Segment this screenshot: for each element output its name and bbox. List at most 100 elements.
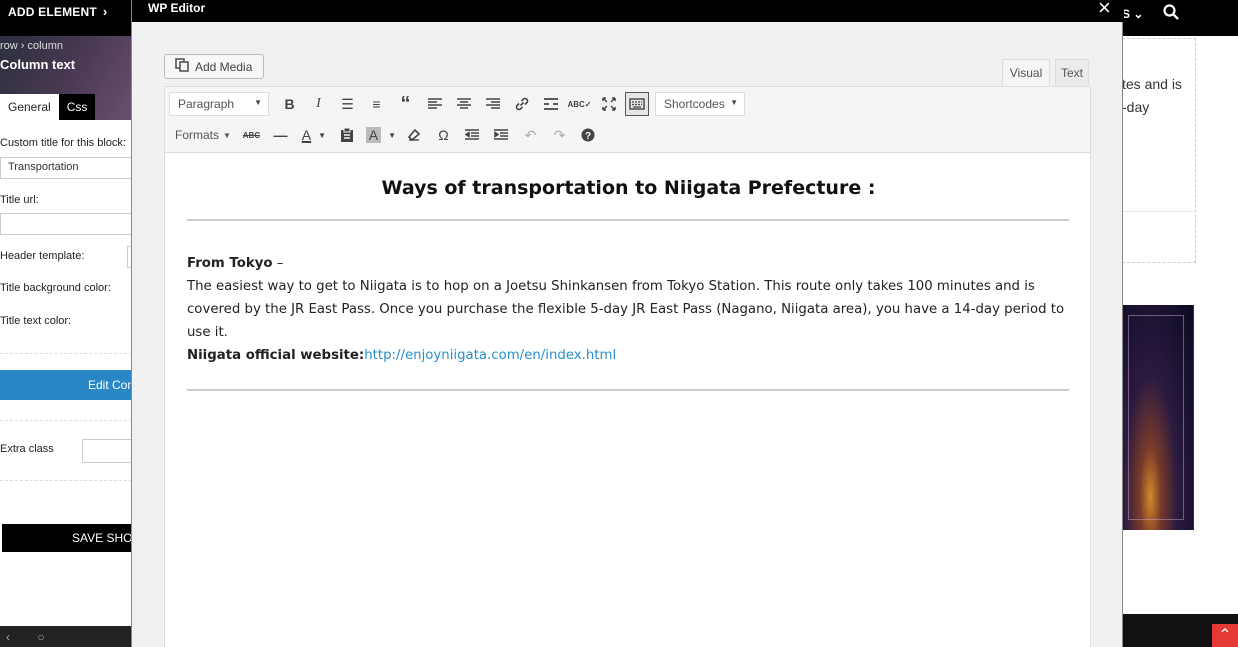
image-frame bbox=[1128, 315, 1184, 520]
formats-dropdown[interactable]: Formats ▼ bbox=[165, 122, 237, 148]
editor-content-area[interactable]: Ways of transportation to Niigata Prefec… bbox=[164, 153, 1091, 647]
from-line: From Tokyo – bbox=[187, 252, 1072, 275]
bold-icon[interactable]: B bbox=[275, 91, 304, 117]
align-right-icon[interactable] bbox=[478, 91, 507, 117]
nav-menu-item[interactable]: S ⌄ bbox=[1122, 7, 1143, 21]
shortcodes-select[interactable]: Shortcodes ▼ bbox=[655, 92, 745, 116]
content-text-line: tes and is bbox=[1122, 76, 1182, 92]
panel-tabs: General Css bbox=[0, 94, 96, 120]
add-element-button[interactable]: ADD ELEMENT › bbox=[8, 4, 107, 19]
title-bg-color-label: Title background color: bbox=[0, 282, 111, 294]
clear-formatting-icon[interactable] bbox=[400, 122, 429, 148]
back-icon[interactable]: ‹ bbox=[6, 630, 10, 644]
divider bbox=[1122, 211, 1196, 212]
svg-text:?: ? bbox=[585, 131, 591, 142]
fullscreen-icon[interactable] bbox=[594, 91, 623, 117]
horizontal-line-icon[interactable]: — bbox=[266, 122, 295, 148]
add-element-label: ADD ELEMENT bbox=[8, 4, 97, 19]
horizontal-rule bbox=[187, 389, 1069, 391]
undo-icon[interactable]: ↶ bbox=[516, 122, 545, 148]
numbered-list-icon[interactable]: ≡ bbox=[362, 91, 391, 117]
tab-css[interactable]: Css bbox=[58, 94, 96, 120]
paragraph-select[interactable]: Paragraph ▼ bbox=[169, 92, 269, 116]
modal-titlebar: WP Editor × bbox=[132, 0, 1124, 22]
chevron-right-icon: › bbox=[102, 4, 108, 19]
from-dash: – bbox=[272, 256, 284, 271]
strikethrough-icon[interactable]: ABC bbox=[237, 122, 266, 148]
background-color-icon[interactable]: A ▼ bbox=[362, 122, 400, 148]
special-character-icon[interactable]: Ω bbox=[429, 122, 458, 148]
website-link[interactable]: http://enjoyniigata.com/en/index.html bbox=[364, 348, 616, 363]
title-url-field[interactable] bbox=[0, 213, 132, 235]
redo-icon[interactable]: ↷ bbox=[545, 122, 574, 148]
top-right-nav: S ⌄ bbox=[1122, 4, 1180, 23]
keyboard-icon[interactable] bbox=[625, 92, 649, 116]
align-left-icon[interactable] bbox=[420, 91, 449, 117]
breadcrumb-column[interactable]: column bbox=[28, 40, 63, 52]
add-media-button[interactable]: Add Media bbox=[164, 54, 264, 79]
content-heading: Ways of transportation to Niigata Prefec… bbox=[381, 177, 876, 199]
content-body: From Tokyo – The easiest way to get to N… bbox=[187, 252, 1072, 367]
indent-icon[interactable] bbox=[487, 122, 516, 148]
editor-toolbar: Paragraph ▼ B I ☰ ≡ “ ABC✓ Shortcodes ▼ … bbox=[164, 86, 1091, 153]
content-paragraph: The easiest way to get to Niigata is to … bbox=[187, 279, 1065, 340]
scroll-to-top-button[interactable]: ⌃ bbox=[1212, 624, 1238, 647]
formats-label: Formats bbox=[175, 128, 220, 142]
content-box: tes and is -day bbox=[1122, 38, 1196, 263]
night-photo-image bbox=[1122, 305, 1194, 530]
breadcrumb: row › column bbox=[0, 40, 63, 52]
breadcrumb-row[interactable]: row bbox=[0, 40, 18, 52]
italic-icon[interactable]: I bbox=[304, 91, 333, 117]
website-line: Niigata official website:http://enjoynii… bbox=[187, 344, 1072, 367]
title-text-color-label: Title text color: bbox=[0, 315, 72, 327]
search-icon[interactable]: ○ bbox=[37, 630, 44, 644]
close-icon[interactable]: × bbox=[1098, 0, 1111, 19]
divider bbox=[0, 353, 132, 354]
help-icon[interactable]: ? bbox=[574, 122, 603, 148]
background-page: tes and is -day ⌃ bbox=[1122, 36, 1238, 647]
save-shortcode-button[interactable]: SAVE SHOR bbox=[2, 524, 132, 552]
add-media-label: Add Media bbox=[195, 59, 253, 74]
align-center-icon[interactable] bbox=[449, 91, 478, 117]
edit-content-button[interactable]: Edit Con bbox=[0, 370, 132, 400]
tab-general[interactable]: General bbox=[0, 94, 59, 120]
panel-footer: ‹ ○ bbox=[0, 626, 132, 647]
from-label: From Tokyo bbox=[187, 256, 273, 271]
text-color-icon[interactable]: A ▼ bbox=[295, 122, 333, 148]
blockquote-icon[interactable]: “ bbox=[391, 91, 420, 117]
read-more-icon[interactable] bbox=[536, 91, 565, 117]
header-template-label: Header template: bbox=[0, 250, 85, 262]
custom-title-field[interactable]: Transportation bbox=[0, 157, 132, 179]
toolbar-row-2: Formats ▼ ABC — A ▼ A ▼ Ω ↶ ↷ ? bbox=[165, 120, 603, 150]
outdent-icon[interactable] bbox=[458, 122, 487, 148]
wp-editor-modal: WP Editor × Add Media Visual Text Paragr… bbox=[131, 0, 1124, 647]
content-text: tes and is -day bbox=[1122, 73, 1182, 119]
content-text-line: -day bbox=[1122, 99, 1150, 115]
caret-down-icon: ▼ bbox=[254, 98, 262, 107]
panel-title: Column text bbox=[0, 57, 76, 72]
extra-class-field[interactable] bbox=[82, 439, 132, 463]
website-label: Niigata official website: bbox=[187, 348, 365, 363]
extra-class-label: Extra class bbox=[0, 443, 54, 455]
horizontal-rule bbox=[187, 219, 1069, 221]
shortcodes-select-value: Shortcodes bbox=[664, 97, 725, 111]
element-settings-panel: row › column Column text General Css Cus… bbox=[0, 36, 132, 647]
toolbar-row-1: Paragraph ▼ B I ☰ ≡ “ ABC✓ Shortcodes ▼ bbox=[165, 89, 745, 119]
search-icon[interactable] bbox=[1163, 4, 1180, 23]
tab-text[interactable]: Text bbox=[1055, 59, 1089, 86]
chevron-down-icon: ⌄ bbox=[1133, 6, 1144, 21]
divider bbox=[0, 420, 132, 421]
tab-visual[interactable]: Visual bbox=[1002, 59, 1050, 86]
modal-title: WP Editor bbox=[148, 1, 206, 15]
spellcheck-icon[interactable]: ABC✓ bbox=[565, 91, 594, 117]
caret-down-icon: ▼ bbox=[223, 130, 231, 140]
paragraph-select-value: Paragraph bbox=[178, 97, 235, 111]
bullet-list-icon[interactable]: ☰ bbox=[333, 91, 362, 117]
panel-header: row › column Column text General Css bbox=[0, 36, 132, 120]
title-url-label: Title url: bbox=[0, 194, 39, 206]
link-icon[interactable] bbox=[507, 91, 536, 117]
divider bbox=[0, 480, 132, 481]
paste-text-icon[interactable] bbox=[333, 122, 362, 148]
chevron-up-icon: ⌃ bbox=[1218, 627, 1232, 644]
caret-down-icon: ▼ bbox=[730, 98, 738, 107]
